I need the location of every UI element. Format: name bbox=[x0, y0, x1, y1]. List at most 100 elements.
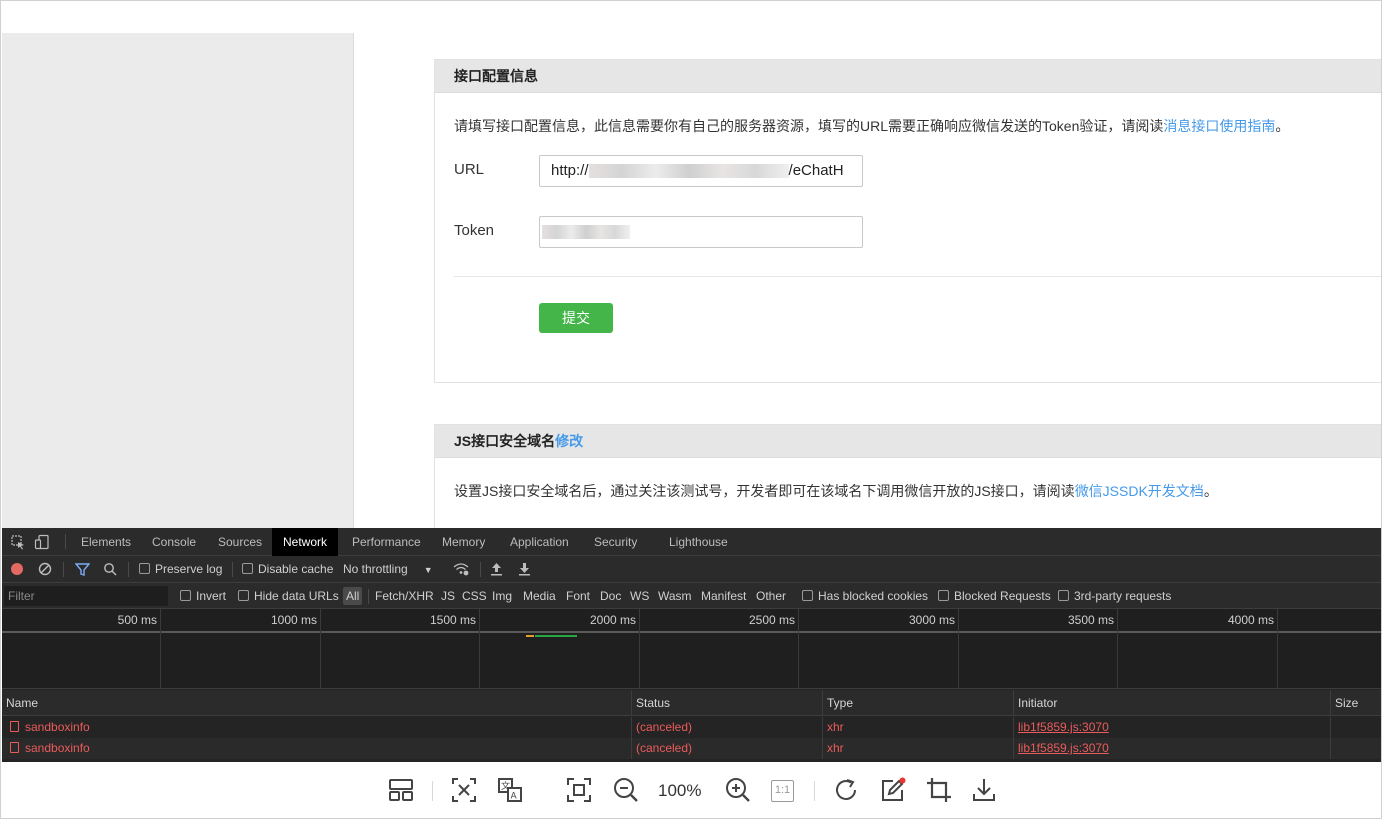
filter-type-all[interactable]: All bbox=[343, 587, 363, 605]
translate-icon[interactable]: 文A bbox=[496, 776, 524, 804]
desc-text: 设置JS接口安全域名后，通过关注该测试号，开发者即可在该域名下调用微信开放的JS… bbox=[454, 483, 1075, 499]
network-overview-timeline[interactable]: 500 ms 1000 ms 1500 ms 2000 ms 2500 ms 3… bbox=[2, 609, 1381, 689]
column-status[interactable]: Status bbox=[631, 690, 822, 716]
filter-type-media[interactable]: Media bbox=[523, 583, 556, 609]
ocr-text-icon[interactable] bbox=[450, 776, 478, 804]
tab-network[interactable]: Network bbox=[272, 528, 339, 556]
disable-cache-checkbox[interactable]: Disable cache bbox=[242, 556, 333, 583]
column-initiator[interactable]: Initiator bbox=[1013, 690, 1330, 716]
modify-link[interactable]: 修改 bbox=[555, 433, 583, 449]
timeline-tick: 3500 ms bbox=[1067, 613, 1114, 627]
filter-type-wasm[interactable]: Wasm bbox=[658, 583, 692, 609]
filter-icon[interactable] bbox=[75, 562, 90, 577]
timeline-gridline bbox=[1117, 609, 1118, 689]
request-size bbox=[1330, 717, 1381, 738]
checkbox-label: Invert bbox=[196, 589, 227, 603]
requests-table-header: Name Status Type Initiator Size bbox=[2, 690, 1381, 716]
has-blocked-cookies-checkbox[interactable]: Has blocked cookies bbox=[802, 583, 928, 609]
table-row[interactable]: sandboxinfo (canceled) xhr lib1f5859.js:… bbox=[2, 717, 1381, 738]
filter-type-manifest[interactable]: Manifest bbox=[701, 583, 746, 609]
preserve-log-checkbox[interactable]: Preserve log bbox=[139, 556, 222, 583]
edit-icon[interactable] bbox=[879, 776, 907, 804]
throttling-value: No throttling bbox=[343, 562, 408, 576]
inspect-element-icon[interactable] bbox=[10, 534, 26, 550]
token-input[interactable] bbox=[539, 216, 863, 248]
filter-type-ws[interactable]: WS bbox=[630, 583, 649, 609]
tab-lighthouse[interactable]: Lighthouse bbox=[658, 528, 739, 556]
filter-type-doc[interactable]: Doc bbox=[600, 583, 621, 609]
request-initiator: lib1f5859.js:3070 bbox=[1013, 738, 1330, 759]
tab-console[interactable]: Console bbox=[141, 528, 207, 556]
download-har-icon[interactable] bbox=[518, 562, 531, 576]
initiator-link[interactable]: lib1f5859.js:3070 bbox=[1018, 741, 1109, 755]
checkbox-label: Preserve log bbox=[155, 562, 223, 576]
filter-type-css[interactable]: CSS bbox=[462, 583, 487, 609]
crop-icon[interactable] bbox=[925, 776, 953, 804]
filter-type-fetch-xhr[interactable]: Fetch/XHR bbox=[375, 583, 434, 609]
upload-icon[interactable] bbox=[490, 562, 503, 576]
request-status: (canceled) bbox=[631, 738, 822, 759]
submit-button[interactable]: 提交 bbox=[539, 303, 613, 333]
main-page: 接口配置信息 请填写接口配置信息，此信息需要你有自己的服务器资源，填写的URL需… bbox=[355, 33, 1381, 544]
zoom-out-icon[interactable] bbox=[612, 776, 640, 804]
throttling-select[interactable]: No throttling ▼ bbox=[343, 556, 433, 583]
tab-memory[interactable]: Memory bbox=[431, 528, 496, 556]
filter-type-other[interactable]: Other bbox=[756, 583, 786, 609]
tab-security[interactable]: Security bbox=[583, 528, 648, 556]
filter-type-img[interactable]: Img bbox=[492, 583, 512, 609]
clear-icon[interactable] bbox=[38, 562, 52, 576]
filter-input[interactable]: Filter bbox=[4, 586, 168, 606]
url-label: URL bbox=[454, 161, 485, 178]
timeline-gridline bbox=[798, 609, 799, 689]
layout-icon[interactable] bbox=[387, 776, 415, 804]
toolbar-separator bbox=[63, 562, 64, 577]
filter-type-font[interactable]: Font bbox=[566, 583, 590, 609]
checkbox-label: Hide data URLs bbox=[254, 589, 339, 603]
timeline-gridline bbox=[958, 609, 959, 689]
request-name-text: sandboxinfo bbox=[25, 720, 90, 734]
download-icon[interactable] bbox=[970, 776, 998, 804]
request-error-icon bbox=[10, 742, 19, 753]
token-label: Token bbox=[454, 222, 495, 239]
tab-sources[interactable]: Sources bbox=[207, 528, 273, 556]
initiator-link[interactable]: lib1f5859.js:3070 bbox=[1018, 720, 1109, 734]
tab-performance[interactable]: Performance bbox=[341, 528, 432, 556]
column-size[interactable]: Size bbox=[1330, 690, 1381, 716]
search-icon[interactable] bbox=[103, 562, 117, 576]
hide-data-urls-checkbox[interactable]: Hide data URLs bbox=[238, 583, 339, 609]
request-type: xhr bbox=[822, 717, 1013, 738]
fit-screen-icon[interactable] bbox=[565, 776, 593, 804]
desc-text: 请填写接口配置信息，此信息需要你有自己的服务器资源，填写的URL需要正确响应微信… bbox=[454, 118, 1164, 134]
js-domain-panel: JS接口安全域名修改 设置JS接口安全域名后，通过关注该测试号，开发者即可在该域… bbox=[434, 424, 1381, 544]
url-input[interactable]: http:// /eChatH bbox=[539, 155, 863, 187]
timeline-tick: 1000 ms bbox=[270, 613, 317, 627]
third-party-checkbox[interactable]: 3rd-party requests bbox=[1058, 583, 1171, 609]
timeline-tick: 4000 ms bbox=[1227, 613, 1274, 627]
timeline-download-bar bbox=[535, 635, 577, 637]
message-guide-link[interactable]: 消息接口使用指南 bbox=[1163, 118, 1275, 134]
rotate-icon[interactable] bbox=[832, 776, 860, 804]
interface-config-panel: 接口配置信息 请填写接口配置信息，此信息需要你有自己的服务器资源，填写的URL需… bbox=[434, 59, 1381, 383]
column-type[interactable]: Type bbox=[822, 690, 1013, 716]
tab-elements[interactable]: Elements bbox=[70, 528, 142, 556]
zoom-in-icon[interactable] bbox=[724, 776, 752, 804]
actual-size-icon[interactable]: 1:1 bbox=[771, 780, 794, 802]
filter-type-js[interactable]: JS bbox=[441, 583, 455, 609]
request-size bbox=[1330, 738, 1381, 759]
request-name: sandboxinfo bbox=[2, 717, 631, 738]
tab-application[interactable]: Application bbox=[499, 528, 580, 556]
request-status: (canceled) bbox=[631, 717, 822, 738]
blocked-requests-checkbox[interactable]: Blocked Requests bbox=[938, 583, 1051, 609]
record-icon[interactable] bbox=[10, 562, 24, 576]
checkbox-box bbox=[180, 590, 191, 601]
device-toggle-icon[interactable] bbox=[34, 534, 50, 550]
filter-bar: Filter Invert Hide data URLs All Fetch/X… bbox=[2, 583, 1381, 609]
screenshot-root: 接口配置信息 请填写接口配置信息，此信息需要你有自己的服务器资源，填写的URL需… bbox=[0, 0, 1382, 819]
column-name[interactable]: Name bbox=[2, 690, 631, 716]
table-row[interactable]: sandboxinfo (canceled) xhr lib1f5859.js:… bbox=[2, 738, 1381, 759]
jssdk-doc-link[interactable]: 微信JSSDK开发文档 bbox=[1075, 483, 1204, 499]
network-conditions-icon[interactable] bbox=[453, 562, 469, 576]
desc-suffix: 。 bbox=[1203, 483, 1218, 499]
url-value-start: http:// bbox=[551, 162, 589, 179]
invert-checkbox[interactable]: Invert bbox=[180, 583, 226, 609]
